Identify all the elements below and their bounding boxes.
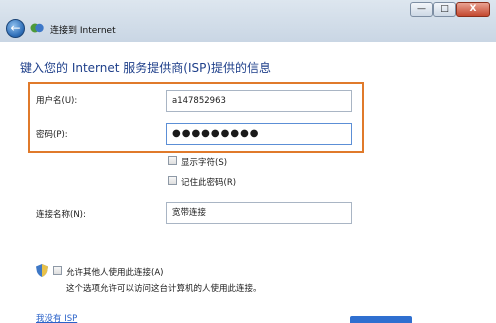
allow-others-description: 这个选项允许可以访问这台计算机的人使用此连接。 — [66, 284, 262, 294]
next-button-partial[interactable] — [350, 316, 412, 323]
close-button[interactable]: X — [456, 2, 490, 17]
no-isp-link[interactable]: 我没有 ISP — [36, 312, 77, 323]
password-label: 密码(P): — [36, 130, 68, 140]
show-characters-checkbox[interactable] — [168, 156, 177, 165]
minimize-button[interactable]: — — [410, 2, 433, 17]
show-characters-label: 显示字符(S) — [181, 158, 228, 168]
network-connection-icon — [30, 23, 44, 33]
window-title: 连接到 Internet — [50, 26, 116, 36]
back-arrow-icon: ← — [10, 21, 21, 35]
remember-password-checkbox[interactable] — [168, 176, 177, 185]
allow-others-checkbox[interactable] — [53, 266, 62, 275]
allow-others-label: 允许其他人使用此连接(A) — [66, 268, 164, 278]
maximize-button[interactable]: □ — [433, 2, 456, 17]
back-button[interactable]: ← — [6, 19, 25, 38]
connection-name-input[interactable]: 宽带连接 — [166, 202, 352, 224]
shield-icon — [36, 264, 48, 277]
username-label: 用户名(U): — [36, 96, 78, 106]
remember-password-label: 记住此密码(R) — [181, 178, 237, 188]
dialog-content: 键入您的 Internet 服务提供商(ISP)提供的信息 用户名(U): a1… — [0, 42, 496, 323]
page-title: 键入您的 Internet 服务提供商(ISP)提供的信息 — [20, 61, 272, 75]
password-input[interactable]: ●●●●●●●●● — [166, 123, 352, 145]
username-input[interactable]: a147852963 — [166, 90, 352, 112]
connection-name-label: 连接名称(N): — [36, 210, 86, 220]
title-bar: ← 连接到 Internet — □ X — [0, 0, 496, 42]
